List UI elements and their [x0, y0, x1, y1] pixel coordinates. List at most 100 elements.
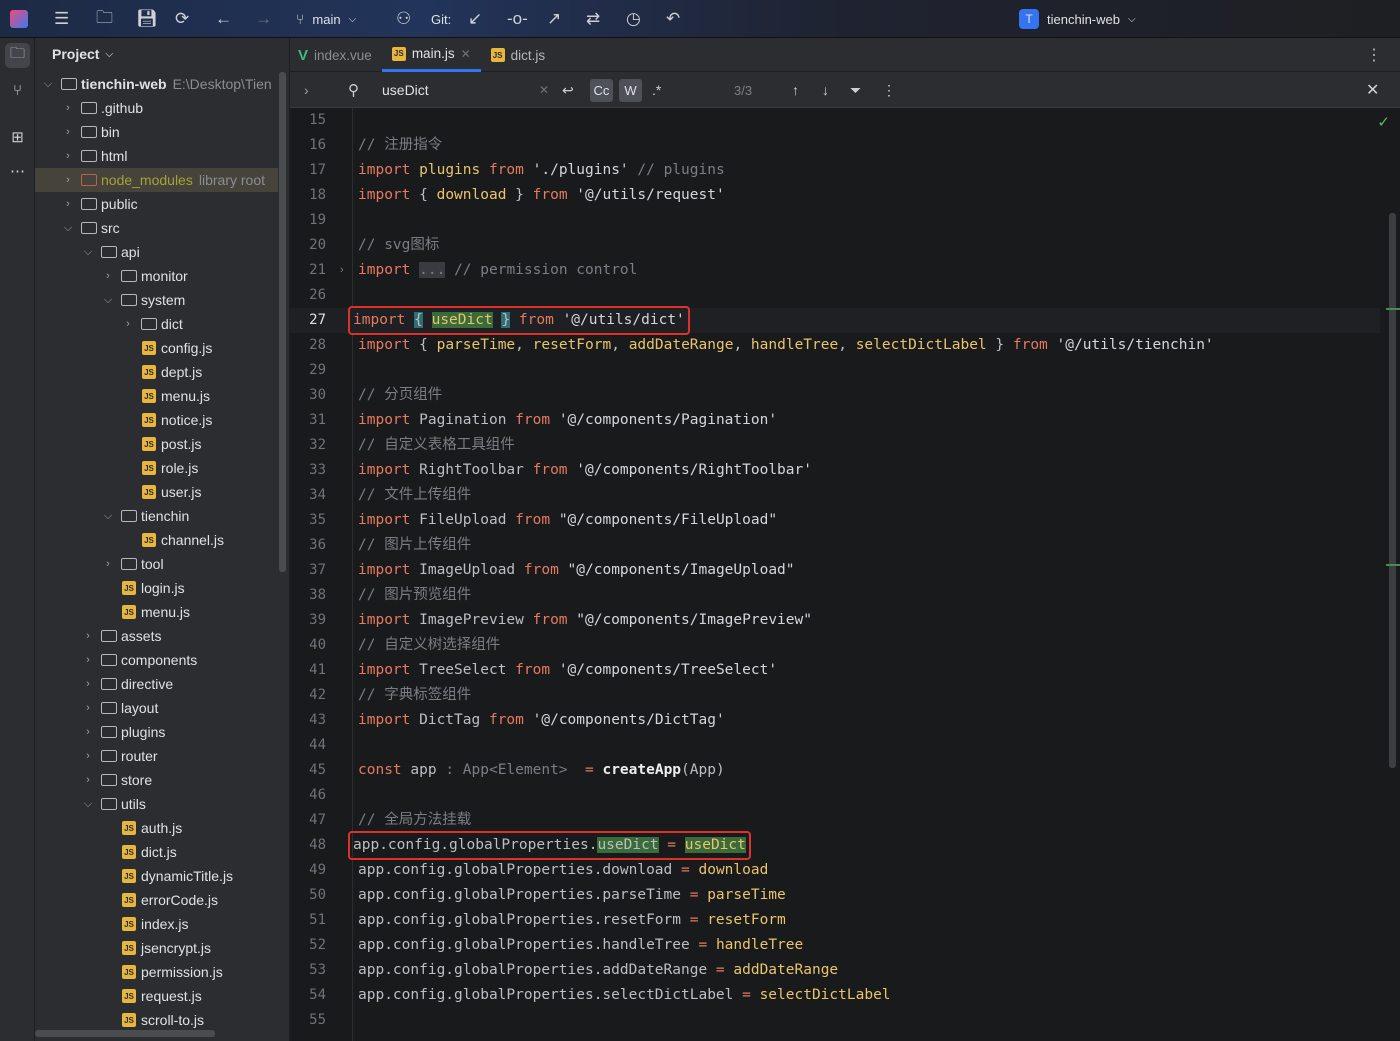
chevron-right-icon[interactable]: › — [61, 150, 75, 162]
line-number[interactable]: 17 — [290, 158, 326, 183]
branch-selector[interactable]: ⑂ main ⌵ — [296, 0, 356, 38]
code-line[interactable]: 51 app.config.globalProperties.resetForm … — [290, 908, 1380, 933]
tree-item[interactable]: JS notice.js — [35, 408, 278, 432]
line-number[interactable]: 34 — [290, 483, 326, 508]
line-number[interactable]: 41 — [290, 658, 326, 683]
chevron-down-icon[interactable]: ⌵ — [81, 798, 95, 811]
git-update-icon[interactable]: ↙ — [468, 9, 482, 29]
tree-item[interactable]: JS errorCode.js — [35, 888, 278, 912]
tree-item[interactable]: › node_modules library root — [35, 168, 278, 192]
back-icon[interactable]: ← — [215, 9, 232, 29]
editor-scrollbar[interactable] — [1389, 213, 1396, 768]
code-line[interactable]: 47 // 全局方法挂载 — [290, 808, 1380, 833]
tab-index-vue[interactable]: Vindex.vue — [290, 38, 382, 72]
forward-icon[interactable]: → — [255, 9, 272, 29]
tree-item[interactable]: ⌵ tienchin — [35, 504, 278, 528]
code-line[interactable]: 55 — [290, 1008, 1380, 1033]
whole-words-toggle[interactable]: W — [619, 78, 642, 102]
code-line[interactable]: 52 app.config.globalProperties.handleTree… — [290, 933, 1380, 958]
line-number[interactable]: 52 — [290, 933, 326, 958]
line-number[interactable]: 45 — [290, 758, 326, 783]
line-number[interactable]: 38 — [290, 583, 326, 608]
code-line[interactable]: 31 import Pagination from '@/components/P… — [290, 408, 1380, 433]
tree-item[interactable]: › layout — [35, 696, 278, 720]
project-horizontal-scrollbar[interactable] — [35, 1030, 215, 1037]
tab-options-icon[interactable]: ⋮ — [1356, 38, 1400, 72]
code-line[interactable]: 17 import plugins from './plugins' // plu… — [290, 158, 1380, 183]
line-number[interactable]: 29 — [290, 358, 326, 383]
code-line[interactable]: 39 import ImagePreview from "@/components… — [290, 608, 1380, 633]
tree-item[interactable]: JS permission.js — [35, 960, 278, 984]
line-number[interactable]: 47 — [290, 808, 326, 833]
code-line[interactable]: 36 // 图片上传组件 — [290, 533, 1380, 558]
code-line[interactable]: 18 import { download } from '@/utils/requ… — [290, 183, 1380, 208]
code-line[interactable]: 38 // 图片预览组件 — [290, 583, 1380, 608]
chevron-right-icon[interactable]: › — [61, 126, 75, 138]
line-number[interactable]: 50 — [290, 883, 326, 908]
tree-item[interactable]: › dict — [35, 312, 278, 336]
code-line[interactable]: 27 import { useDict } from '@/utils/dict' — [290, 306, 1380, 335]
more-tools-icon[interactable]: ⋯ — [5, 158, 30, 183]
close-tab-icon[interactable]: ✕ — [461, 47, 471, 61]
tree-item[interactable]: JS login.js — [35, 576, 278, 600]
tree-item[interactable]: JS role.js — [35, 456, 278, 480]
code-line[interactable]: 42 // 字典标签组件 — [290, 683, 1380, 708]
code-line[interactable]: 21 › import ... // permission control — [290, 258, 1380, 283]
line-number[interactable]: 37 — [290, 558, 326, 583]
line-number[interactable]: 15 — [290, 108, 326, 133]
tree-item[interactable]: ⌵ api — [35, 240, 278, 264]
code-line[interactable]: 48 app.config.globalProperties.useDict = … — [290, 831, 1380, 860]
new-line-icon[interactable]: ↩ — [562, 72, 574, 108]
chevron-down-icon[interactable]: ⌵ — [61, 222, 75, 235]
code-line[interactable]: 53 app.config.globalProperties.addDateRan… — [290, 958, 1380, 983]
chevron-down-icon[interactable]: ⌵ — [81, 246, 95, 259]
chevron-down-icon[interactable]: ⌵ — [101, 294, 115, 307]
tree-item[interactable]: JS channel.js — [35, 528, 278, 552]
line-number[interactable]: 16 — [290, 133, 326, 158]
tree-item[interactable]: JS jsencrypt.js — [35, 936, 278, 960]
line-number[interactable]: 40 — [290, 633, 326, 658]
chevron-right-icon[interactable]: › — [81, 750, 95, 762]
chevron-right-icon[interactable]: › — [121, 318, 135, 330]
structure-tool-icon[interactable]: ⊞ — [5, 124, 30, 149]
chevron-right-icon[interactable]: › — [81, 654, 95, 666]
chevron-right-icon[interactable]: › — [61, 102, 75, 114]
filter-icon[interactable]: ⏷ — [850, 72, 861, 108]
line-number[interactable]: 49 — [290, 858, 326, 883]
tree-item[interactable]: › components — [35, 648, 278, 672]
project-panel-header[interactable]: Project ⌵ — [35, 38, 289, 70]
code-line[interactable]: 29 — [290, 358, 1380, 383]
line-number[interactable]: 27 — [290, 308, 326, 333]
line-number[interactable]: 48 — [290, 833, 326, 858]
line-number[interactable]: 30 — [290, 383, 326, 408]
line-number[interactable]: 32 — [290, 433, 326, 458]
project-scrollbar[interactable] — [279, 72, 286, 572]
code-line[interactable]: 16 // 注册指令 — [290, 133, 1380, 158]
tree-item[interactable]: › monitor — [35, 264, 278, 288]
code-line[interactable]: 35 import FileUpload from "@/components/F… — [290, 508, 1380, 533]
tree-item[interactable]: ⌵ src — [35, 216, 278, 240]
tree-item[interactable]: › assets — [35, 624, 278, 648]
tree-item[interactable]: ⌵ tienchin-web E:\Desktop\Tien — [35, 72, 278, 96]
chevron-right-icon[interactable]: › — [81, 702, 95, 714]
rollback-icon[interactable]: ↶ — [666, 9, 680, 29]
line-number[interactable]: 28 — [290, 333, 326, 358]
tree-item[interactable]: JS menu.js — [35, 600, 278, 624]
chevron-down-icon[interactable]: ⌵ — [101, 510, 115, 523]
chevron-right-icon[interactable]: › — [61, 174, 75, 186]
fold-expand-icon[interactable]: › — [340, 258, 344, 283]
tree-item[interactable]: JS post.js — [35, 432, 278, 456]
previous-match-icon[interactable]: ↑ — [792, 72, 799, 108]
tree-item[interactable]: JS auth.js — [35, 816, 278, 840]
expand-replace-icon[interactable]: › — [304, 72, 309, 108]
line-number[interactable]: 39 — [290, 608, 326, 633]
clear-search-icon[interactable]: ✕ — [539, 72, 549, 108]
line-number[interactable]: 53 — [290, 958, 326, 983]
line-number[interactable]: 43 — [290, 708, 326, 733]
tree-item[interactable]: JS menu.js — [35, 384, 278, 408]
match-case-toggle[interactable]: Cc — [590, 78, 613, 102]
tree-item[interactable]: JS config.js — [35, 336, 278, 360]
open-folder-icon[interactable]: 🗀 — [96, 5, 113, 34]
line-number[interactable]: 54 — [290, 983, 326, 1008]
code-line[interactable]: 20 // svg图标 — [290, 233, 1380, 258]
